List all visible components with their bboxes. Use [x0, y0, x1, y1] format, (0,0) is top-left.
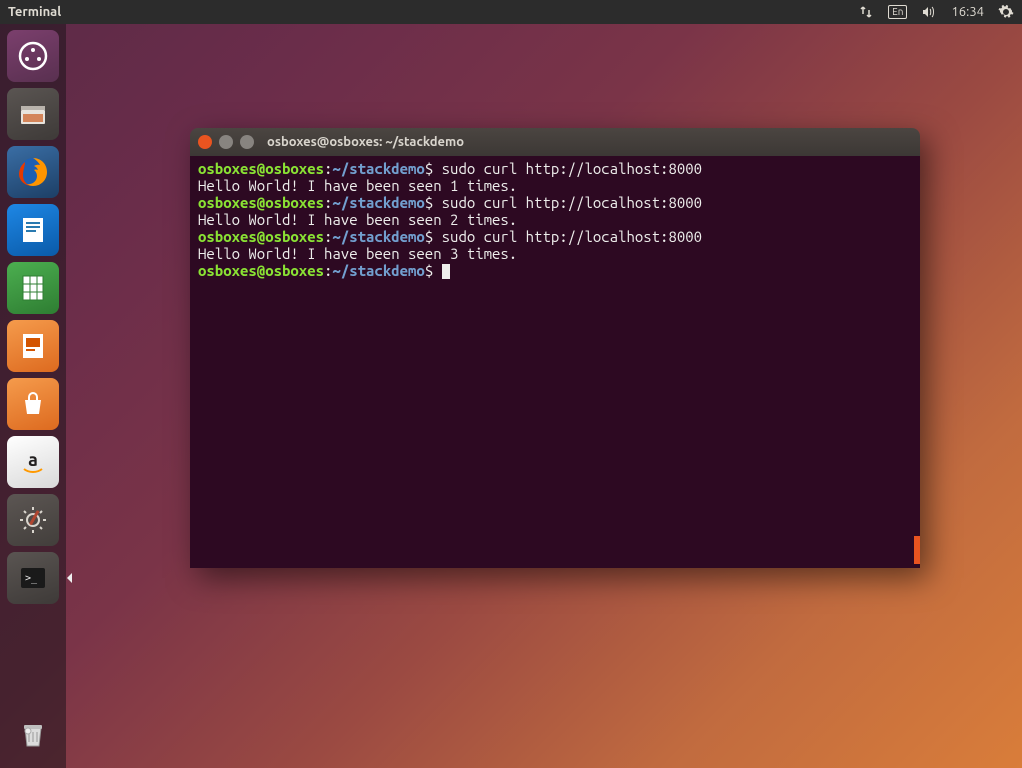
active-app-title: Terminal: [8, 5, 61, 19]
sound-icon[interactable]: [921, 0, 937, 24]
prompt-path: ~/stackdemo: [332, 228, 424, 245]
prompt-user-host: osboxes@osboxes: [198, 194, 324, 211]
launcher-calc[interactable]: [7, 262, 59, 314]
window-close-button[interactable]: [198, 135, 212, 149]
terminal-window[interactable]: osboxes@osboxes: ~/stackdemo osboxes@osb…: [190, 128, 920, 568]
launcher-writer[interactable]: [7, 204, 59, 256]
terminal-prompt-line: osboxes@osboxes:~/stackdemo$: [198, 262, 912, 279]
terminal-command: sudo curl http://localhost:8000: [442, 194, 702, 211]
terminal-output-line: Hello World! I have been seen 3 times.: [198, 245, 912, 262]
cursor: [442, 264, 450, 279]
top-panel: Terminal En 16:34: [0, 0, 1022, 24]
terminal-prompt-line: osboxes@osboxes:~/stackdemo$ sudo curl h…: [198, 160, 912, 177]
prompt-user-host: osboxes@osboxes: [198, 262, 324, 279]
prompt-path: ~/stackdemo: [332, 160, 424, 177]
prompt-path: ~/stackdemo: [332, 194, 424, 211]
launcher-files[interactable]: [7, 88, 59, 140]
window-maximize-button[interactable]: [240, 135, 254, 149]
launcher: a >_: [0, 24, 66, 768]
language-indicator[interactable]: En: [888, 0, 907, 24]
svg-text:>_: >_: [25, 573, 38, 584]
launcher-amazon[interactable]: a: [7, 436, 59, 488]
launcher-terminal[interactable]: >_: [7, 552, 59, 604]
launcher-impress[interactable]: [7, 320, 59, 372]
window-minimize-button[interactable]: [219, 135, 233, 149]
prompt-path: ~/stackdemo: [332, 262, 424, 279]
terminal-prompt-line: osboxes@osboxes:~/stackdemo$ sudo curl h…: [198, 228, 912, 245]
terminal-body[interactable]: osboxes@osboxes:~/stackdemo$ sudo curl h…: [190, 156, 920, 568]
network-icon[interactable]: [858, 0, 874, 24]
clock[interactable]: 16:34: [951, 0, 984, 24]
window-title: osboxes@osboxes: ~/stackdemo: [267, 135, 464, 149]
terminal-command: sudo curl http://localhost:8000: [442, 228, 702, 245]
svg-text:a: a: [28, 450, 38, 470]
prompt-user-host: osboxes@osboxes: [198, 228, 324, 245]
launcher-dash[interactable]: [7, 30, 59, 82]
prompt-user-host: osboxes@osboxes: [198, 160, 324, 177]
launcher-trash[interactable]: [7, 708, 59, 760]
terminal-command: sudo curl http://localhost:8000: [442, 160, 702, 177]
gear-icon[interactable]: [998, 0, 1014, 24]
launcher-software[interactable]: [7, 378, 59, 430]
launcher-firefox[interactable]: [7, 146, 59, 198]
window-titlebar[interactable]: osboxes@osboxes: ~/stackdemo: [190, 128, 920, 156]
terminal-output-line: Hello World! I have been seen 1 times.: [198, 177, 912, 194]
terminal-output-line: Hello World! I have been seen 2 times.: [198, 211, 912, 228]
launcher-settings[interactable]: [7, 494, 59, 546]
terminal-prompt-line: osboxes@osboxes:~/stackdemo$ sudo curl h…: [198, 194, 912, 211]
